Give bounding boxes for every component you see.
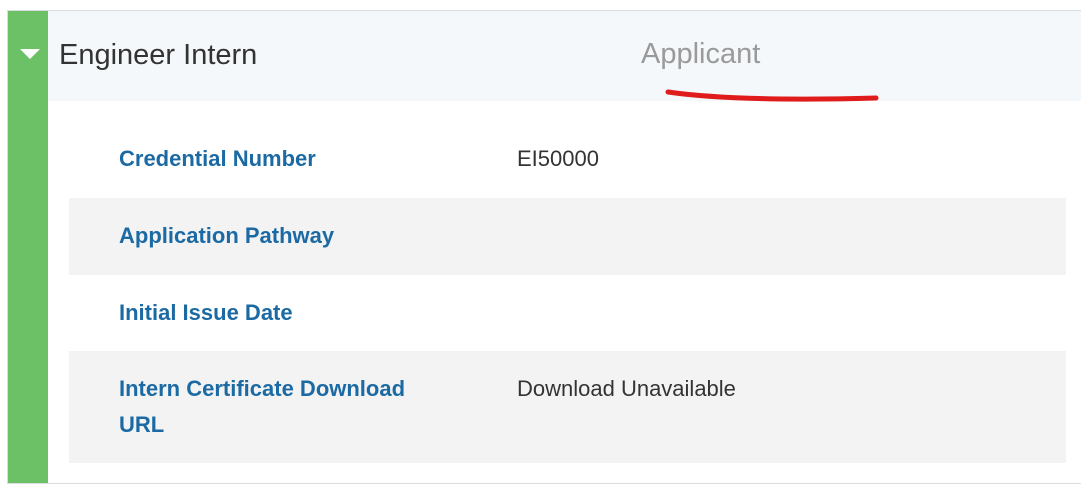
detail-row-certificate-url: Intern Certificate Download URL Download… [69, 351, 1066, 463]
certificate-url-value: Download Unavailable [517, 376, 736, 401]
credential-card: Engineer Intern Applicant Credential Num… [7, 10, 1081, 484]
credential-number-value: EI50000 [517, 146, 599, 171]
red-underline-annotation [665, 89, 879, 102]
role-label: Applicant [641, 38, 761, 70]
credential-number-label: Credential Number [119, 146, 316, 171]
application-pathway-label: Application Pathway [119, 223, 335, 248]
caret-down-icon[interactable] [20, 49, 40, 59]
card-header[interactable]: Engineer Intern Applicant [48, 11, 1081, 102]
status-bar [8, 11, 48, 483]
detail-row-credential-number: Credential Number EI50000 [69, 121, 1066, 198]
details-list: Credential Number EI50000 Application Pa… [69, 121, 1066, 463]
detail-row-initial-issue-date: Initial Issue Date [69, 275, 1066, 351]
credential-title: Engineer Intern [59, 39, 258, 71]
detail-row-application-pathway: Application Pathway [69, 198, 1066, 275]
certificate-url-label: Intern Certificate Download URL [119, 376, 406, 437]
initial-issue-date-label: Initial Issue Date [119, 300, 293, 325]
